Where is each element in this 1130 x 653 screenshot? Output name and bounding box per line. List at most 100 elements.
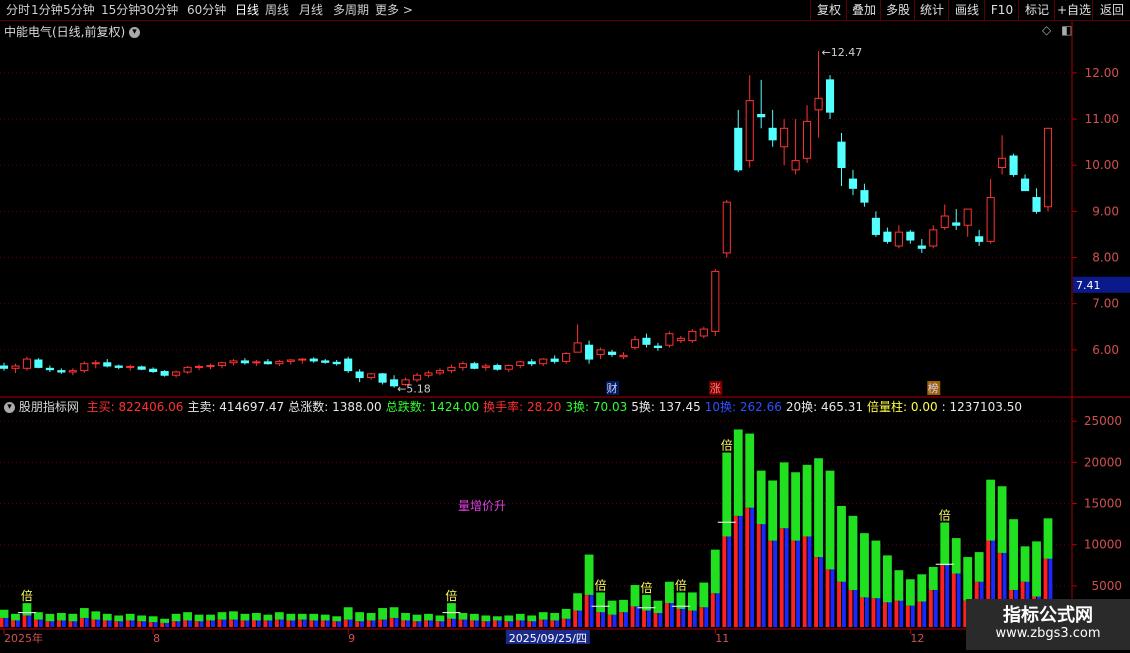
period-tab-10[interactable]: 更多 >: [375, 2, 413, 18]
toolbar-button-3[interactable]: 统计: [914, 0, 949, 20]
period-tab-1[interactable]: 1分钟: [31, 2, 63, 18]
x-tick-label: 11: [715, 632, 729, 645]
period-tab-8[interactable]: 月线: [299, 2, 323, 18]
volume-bar-green: [492, 616, 502, 621]
candle-body: [160, 371, 169, 376]
volume-bar-red: [676, 608, 681, 627]
toolbar-button-6[interactable]: 标记: [1018, 0, 1055, 20]
volume-bar-green: [240, 613, 250, 621]
stat-3: 总跌数: 1424.00: [386, 400, 479, 414]
chart-area[interactable]: 6.00 7.00 8.00 9.00 10.00 11.00 12.00 ←12.47 ←5.…: [0, 21, 1130, 653]
toolbar-button-2[interactable]: 多股: [880, 0, 915, 20]
price-tick-label: 6.00: [1092, 343, 1119, 357]
volume-bar-green: [630, 585, 640, 607]
volume-bar-green: [79, 608, 89, 618]
volume-panel-header: ▾ 股朋指标网 主买: 822406.06 主卖: 414697.47 总涨数: 1…: [4, 398, 1022, 415]
volume-bar-green: [378, 608, 387, 620]
volume-bar-red: [366, 620, 371, 627]
toolbar-button-1[interactable]: 叠加: [846, 0, 881, 20]
volume-bar-red: [240, 620, 245, 627]
volume-bar-blue: [945, 559, 950, 627]
volume-bar-red: [297, 619, 302, 627]
volume-bar-green: [837, 506, 846, 582]
event-marker-label: 涨: [710, 382, 721, 395]
volume-bar-green: [527, 615, 537, 622]
candle-body: [114, 365, 123, 368]
volume-bar-red: [194, 621, 199, 627]
volume-bar-red: [905, 605, 910, 627]
candle-body: [688, 330, 697, 342]
candle-body: [45, 367, 54, 371]
volume-bar-red: [320, 620, 325, 627]
volume-bar-red: [229, 619, 233, 627]
candle-body: [252, 361, 261, 364]
candle-body: [596, 349, 605, 355]
volume-bar-red: [619, 612, 624, 627]
period-tab-0[interactable]: 分时: [6, 2, 30, 18]
volume-bar-green: [297, 613, 307, 620]
volume-bar-green: [963, 557, 973, 601]
volume-bar-green: [1032, 541, 1041, 597]
volume-bar-green: [435, 615, 445, 622]
volume-bar-green: [309, 613, 319, 621]
volume-bar-red: [286, 620, 291, 627]
volume-bar-green: [596, 592, 605, 613]
diamond-icon[interactable]: ◇: [1042, 23, 1051, 37]
panel-controls: ◇ ◧: [1042, 23, 1072, 37]
candle-body: [217, 362, 227, 367]
toolbar-button-7[interactable]: +自选: [1054, 0, 1093, 20]
volume-bar-red: [607, 614, 612, 627]
stat-value: 0.00: [907, 400, 938, 414]
candle-body: [34, 359, 43, 368]
toolbar-button-5[interactable]: F10: [984, 0, 1019, 20]
volume-bar-green: [389, 607, 399, 618]
candle-body: [952, 222, 961, 226]
volume-bar-red: [435, 621, 440, 627]
volume-bar-red: [332, 621, 337, 627]
stat-value: 465.31: [817, 400, 864, 414]
period-tab-5[interactable]: 60分钟: [187, 2, 226, 18]
period-tab-7[interactable]: 周线: [265, 2, 289, 18]
dropdown-icon[interactable]: ▾: [129, 27, 141, 38]
stat-6: 5换: 137.45: [631, 400, 701, 414]
volume-bar-green: [22, 603, 32, 616]
volume-bar-green: [148, 616, 158, 623]
volume-bar-green: [183, 612, 192, 621]
stat-value: 1237103.50: [945, 400, 1023, 414]
period-tab-6[interactable]: 日线: [235, 2, 259, 18]
volume-bar-green: [458, 613, 468, 620]
candle-body: [240, 360, 249, 364]
candle-body: [206, 365, 215, 368]
volume-bar-red: [665, 603, 669, 627]
toolbar-button-4[interactable]: 画线: [948, 0, 985, 20]
price-tick-label: 7.00: [1092, 297, 1119, 311]
indicator-dropdown-icon[interactable]: ▾: [4, 402, 15, 413]
volume-bar-red: [642, 610, 646, 627]
period-tab-2[interactable]: 5分钟: [63, 2, 95, 18]
stat-0: 主买: 822406.06: [87, 400, 184, 414]
period-tab-3[interactable]: 15分钟: [101, 2, 140, 18]
volume-bar-green: [860, 533, 869, 598]
volume-bar-red: [492, 620, 497, 627]
toolbar-button-0[interactable]: 复权: [810, 0, 847, 20]
candle-body: [573, 342, 582, 353]
volume-bar-green: [0, 609, 9, 618]
volume-bar-green: [894, 570, 904, 601]
toolbar-button-8[interactable]: 返回: [1092, 0, 1130, 20]
period-tab-4[interactable]: 30分钟: [139, 2, 178, 18]
volume-bar-blue: [899, 596, 904, 627]
stat-label: 主卖:: [187, 400, 216, 414]
period-tab-9[interactable]: 多周期: [333, 2, 369, 18]
low-price-label: ←5.18: [397, 383, 431, 396]
candle-body: [435, 370, 445, 374]
volume-bar-green: [229, 611, 238, 620]
candle-body: [194, 365, 204, 368]
window-toggle-icon[interactable]: ◧: [1061, 23, 1072, 37]
candle-body: [321, 360, 330, 363]
volume-bar-green: [791, 472, 801, 541]
stat-8: 20换: 465.31: [786, 400, 863, 414]
volume-bar-green: [584, 554, 594, 595]
bei-marker: 倍: [595, 577, 607, 592]
candle-body: [103, 362, 112, 367]
volume-bar-green: [56, 613, 66, 621]
